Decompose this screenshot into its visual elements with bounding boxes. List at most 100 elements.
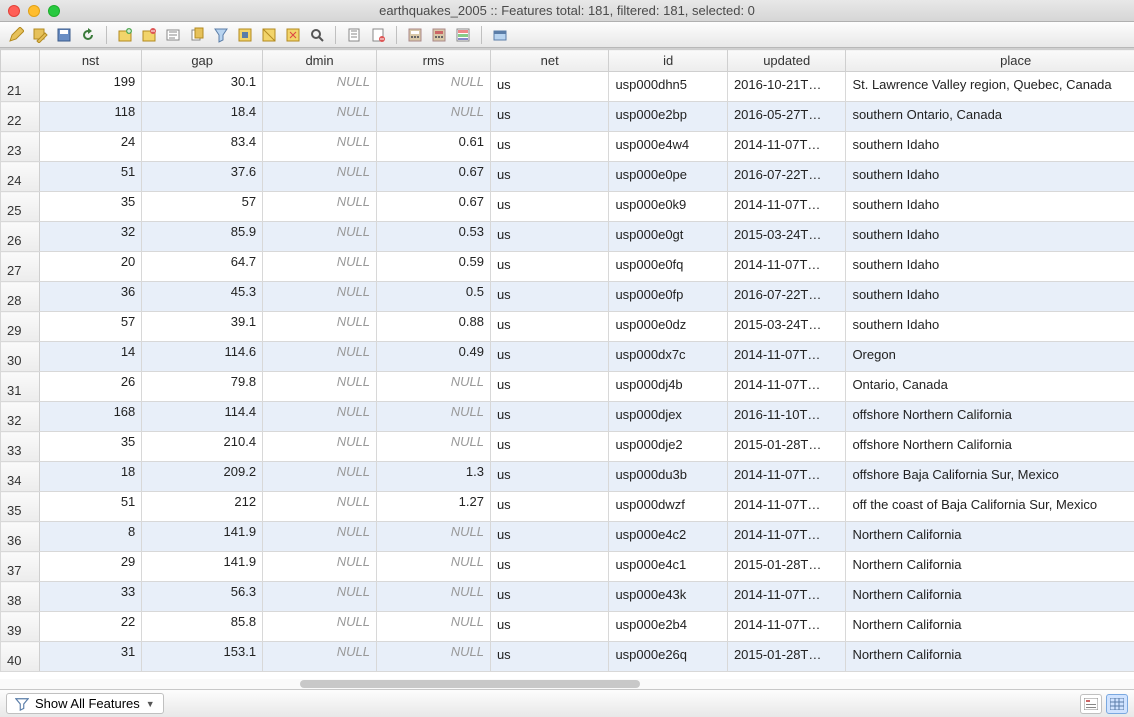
table-row[interactable]: 245137.6NULL0.67ususp000e0pe2016-07-22T……: [1, 162, 1134, 192]
copy-icon[interactable]: [187, 25, 207, 45]
zoom-to-icon[interactable]: [307, 25, 327, 45]
scrollbar-thumb[interactable]: [300, 680, 640, 688]
cell-dmin[interactable]: NULL: [263, 222, 377, 252]
row-number[interactable]: 39: [1, 612, 40, 642]
zoom-icon[interactable]: [48, 5, 60, 17]
cell-id[interactable]: usp000e0pe: [609, 162, 728, 192]
table-row[interactable]: 295739.1NULL0.88ususp000e0dz2015-03-24T……: [1, 312, 1134, 342]
cell-updated[interactable]: 2014-11-07T…: [727, 492, 846, 522]
table-row[interactable]: 3418209.2NULL1.3ususp000du3b2014-11-07T……: [1, 462, 1134, 492]
table-row[interactable]: 3729141.9NULLNULLususp000e4c12015-01-28T…: [1, 552, 1134, 582]
table-row[interactable]: 2211818.4NULLNULLususp000e2bp2016-05-27T…: [1, 102, 1134, 132]
cell-gap[interactable]: 141.9: [142, 522, 263, 552]
row-number[interactable]: 32: [1, 402, 40, 432]
new-column-icon[interactable]: [344, 25, 364, 45]
cell-nst[interactable]: 18: [39, 462, 142, 492]
cell-rms[interactable]: NULL: [377, 582, 491, 612]
cell-net[interactable]: us: [490, 282, 609, 312]
cell-id[interactable]: usp000e2b4: [609, 612, 728, 642]
cell-dmin[interactable]: NULL: [263, 252, 377, 282]
cell-place[interactable]: offshore Baja California Sur, Mexico: [846, 462, 1134, 492]
cell-rms[interactable]: 0.88: [377, 312, 491, 342]
cell-net[interactable]: us: [490, 342, 609, 372]
cell-net[interactable]: us: [490, 462, 609, 492]
add-feature-icon[interactable]: [115, 25, 135, 45]
cell-rms[interactable]: 0.49: [377, 342, 491, 372]
edit-multi-icon[interactable]: [30, 25, 50, 45]
cell-dmin[interactable]: NULL: [263, 72, 377, 102]
cell-id[interactable]: usp000e2bp: [609, 102, 728, 132]
cell-nst[interactable]: 118: [39, 102, 142, 132]
cell-net[interactable]: us: [490, 102, 609, 132]
cell-dmin[interactable]: NULL: [263, 612, 377, 642]
cell-nst[interactable]: 29: [39, 552, 142, 582]
row-number[interactable]: 21: [1, 72, 40, 102]
field-calc-icon[interactable]: [405, 25, 425, 45]
cell-rms[interactable]: 0.67: [377, 192, 491, 222]
cell-id[interactable]: usp000dx7c: [609, 342, 728, 372]
column-header-id[interactable]: id: [609, 50, 728, 72]
column-header-updated[interactable]: updated: [727, 50, 846, 72]
cell-id[interactable]: usp000du3b: [609, 462, 728, 492]
cell-net[interactable]: us: [490, 372, 609, 402]
cell-place[interactable]: Northern California: [846, 582, 1134, 612]
cell-place[interactable]: southern Ontario, Canada: [846, 102, 1134, 132]
cell-updated[interactable]: 2014-11-07T…: [727, 582, 846, 612]
cell-updated[interactable]: 2014-11-07T…: [727, 522, 846, 552]
cell-nst[interactable]: 57: [39, 312, 142, 342]
cell-gap[interactable]: 30.1: [142, 72, 263, 102]
show-all-features-button[interactable]: Show All Features ▼: [6, 693, 164, 714]
cell-rms[interactable]: NULL: [377, 522, 491, 552]
table-row[interactable]: 392285.8NULLNULLususp000e2b42014-11-07T……: [1, 612, 1134, 642]
row-number[interactable]: 28: [1, 282, 40, 312]
cell-net[interactable]: us: [490, 612, 609, 642]
cell-gap[interactable]: 83.4: [142, 132, 263, 162]
cell-net[interactable]: us: [490, 552, 609, 582]
cell-place[interactable]: off the coast of Baja California Sur, Me…: [846, 492, 1134, 522]
cell-updated[interactable]: 2014-11-07T…: [727, 372, 846, 402]
table-row[interactable]: 272064.7NULL0.59ususp000e0fq2014-11-07T……: [1, 252, 1134, 282]
cell-dmin[interactable]: NULL: [263, 492, 377, 522]
table-row[interactable]: 253557NULL0.67ususp000e0k92014-11-07T…so…: [1, 192, 1134, 222]
cell-rms[interactable]: 0.53: [377, 222, 491, 252]
cell-rms[interactable]: NULL: [377, 432, 491, 462]
column-header-net[interactable]: net: [490, 50, 609, 72]
filter-icon[interactable]: [211, 25, 231, 45]
cell-gap[interactable]: 64.7: [142, 252, 263, 282]
conditional-format-icon[interactable]: [453, 25, 473, 45]
cell-nst[interactable]: 22: [39, 612, 142, 642]
cell-gap[interactable]: 153.1: [142, 642, 263, 672]
cell-rms[interactable]: NULL: [377, 552, 491, 582]
table-row[interactable]: 368141.9NULLNULLususp000e4c22014-11-07T……: [1, 522, 1134, 552]
cell-id[interactable]: usp000e43k: [609, 582, 728, 612]
cell-place[interactable]: southern Idaho: [846, 162, 1134, 192]
cell-updated[interactable]: 2016-07-22T…: [727, 282, 846, 312]
cell-place[interactable]: Northern California: [846, 612, 1134, 642]
cell-rms[interactable]: 0.5: [377, 282, 491, 312]
cell-net[interactable]: us: [490, 132, 609, 162]
cell-id[interactable]: usp000e0fq: [609, 252, 728, 282]
cell-nst[interactable]: 51: [39, 162, 142, 192]
cell-gap[interactable]: 39.1: [142, 312, 263, 342]
row-number[interactable]: 31: [1, 372, 40, 402]
cell-rms[interactable]: NULL: [377, 372, 491, 402]
cell-place[interactable]: Oregon: [846, 342, 1134, 372]
cell-dmin[interactable]: NULL: [263, 312, 377, 342]
cell-gap[interactable]: 18.4: [142, 102, 263, 132]
cell-nst[interactable]: 51: [39, 492, 142, 522]
cell-gap[interactable]: 209.2: [142, 462, 263, 492]
cell-updated[interactable]: 2016-10-21T…: [727, 72, 846, 102]
cell-dmin[interactable]: NULL: [263, 372, 377, 402]
cell-id[interactable]: usp000e0gt: [609, 222, 728, 252]
cell-net[interactable]: us: [490, 72, 609, 102]
row-number[interactable]: 33: [1, 432, 40, 462]
cell-net[interactable]: us: [490, 402, 609, 432]
cell-updated[interactable]: 2016-11-10T…: [727, 402, 846, 432]
cell-rms[interactable]: NULL: [377, 102, 491, 132]
cell-id[interactable]: usp000djex: [609, 402, 728, 432]
cell-updated[interactable]: 2014-11-07T…: [727, 192, 846, 222]
attribute-table[interactable]: nstgapdminrmsnetidupdatedplacetype211993…: [0, 48, 1134, 679]
cell-updated[interactable]: 2014-11-07T…: [727, 132, 846, 162]
row-number[interactable]: 36: [1, 522, 40, 552]
column-header-rms[interactable]: rms: [377, 50, 491, 72]
